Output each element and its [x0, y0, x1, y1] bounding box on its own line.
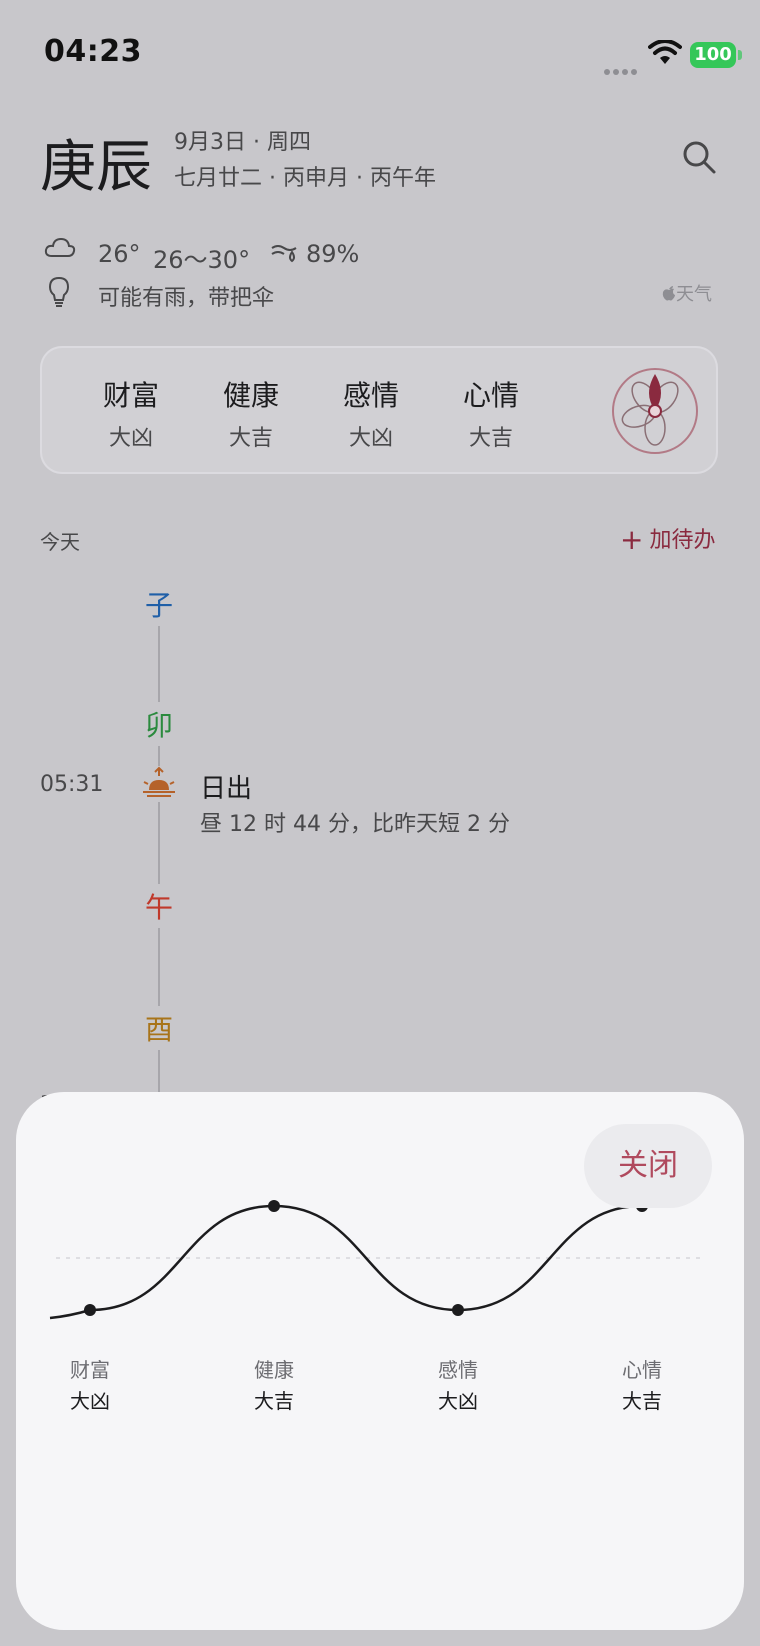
fortune-item-love: 感情 大凶: [326, 374, 416, 452]
battery-cap: [738, 50, 742, 60]
search-button[interactable]: [680, 138, 720, 178]
lunar-date-line: 七月廿二 · 丙申月 · 丙午年: [174, 166, 436, 191]
today-label: 今天: [40, 530, 80, 554]
current-temperature: 26°: [98, 240, 141, 268]
fortune-title: 健康: [222, 379, 279, 412]
humidity-value: 89%: [306, 240, 360, 268]
date-line: 9月3日 · 周四: [174, 130, 311, 155]
chart-category-label: 健康 大吉: [234, 1354, 314, 1414]
bulb-icon: [48, 276, 70, 312]
chart-tick-label: 感情: [438, 1358, 478, 1382]
chart-point: [452, 1304, 464, 1316]
weather-brand-label: 天气: [676, 284, 712, 305]
battery-indicator: 100: [690, 42, 736, 68]
branch-you: 酉: [145, 1006, 174, 1050]
apple-icon: [662, 286, 675, 301]
sunrise-detail: 昼 12 时 44 分，比昨天短 2 分: [200, 812, 510, 837]
fortune-level: 大凶: [348, 426, 393, 451]
humidity-icon: [270, 240, 302, 268]
weather-tip: 可能有雨，带把伞: [98, 286, 275, 311]
fortune-level: 大吉: [228, 426, 273, 451]
chart-tick-label: 心情: [622, 1358, 662, 1382]
chart-point: [84, 1304, 96, 1316]
plus-icon: +: [620, 523, 644, 556]
sunrise-time: 05:31: [40, 772, 104, 797]
add-todo-button[interactable]: + 加待办: [620, 522, 715, 556]
temperature-range: 26～30°: [153, 246, 251, 274]
chart-level-label: 大吉: [254, 1389, 294, 1413]
branch-wu: 午: [145, 884, 174, 928]
status-time: 04:23: [44, 34, 142, 69]
fortune-title: 心情: [462, 379, 519, 412]
flower-icon: [610, 366, 700, 460]
sunrise-icon: [140, 766, 178, 802]
fortune-item-health: 健康 大吉: [206, 374, 296, 452]
branch-zi: 子: [145, 582, 174, 626]
search-icon: [683, 141, 716, 174]
fortune-level: 大凶: [108, 426, 153, 451]
chart-point: [268, 1200, 280, 1212]
add-todo-label: 加待办: [649, 528, 716, 553]
page-title: 庚辰: [40, 135, 152, 200]
chart-category-label: 感情 大凶: [418, 1354, 498, 1414]
chart-tick-label: 健康: [254, 1358, 294, 1382]
branch-mao: 卯: [145, 702, 174, 746]
close-button[interactable]: 关闭: [584, 1124, 712, 1208]
chart-level-label: 大吉: [622, 1389, 662, 1413]
signal-dots-icon: [604, 60, 640, 79]
chart-category-label: 心情 大吉: [602, 1354, 682, 1414]
fortune-item-mood: 心情 大吉: [446, 374, 536, 452]
chart-tick-label: 财富: [70, 1358, 110, 1382]
sunrise-title: 日出: [200, 774, 253, 804]
fortune-title: 感情: [342, 379, 399, 412]
wifi-icon: [648, 39, 682, 70]
fortune-level: 大吉: [468, 426, 513, 451]
chart-level-label: 大凶: [70, 1389, 110, 1413]
chart-category-label: 财富 大凶: [50, 1354, 130, 1414]
fortune-title: 财富: [102, 379, 159, 412]
chart-line: [49, 1196, 677, 1320]
weather-brand[interactable]: 天气: [662, 280, 712, 306]
cloud-icon: [44, 236, 76, 262]
fortune-item-wealth: 财富 大凶: [86, 374, 176, 452]
chart-level-label: 大凶: [438, 1389, 478, 1413]
